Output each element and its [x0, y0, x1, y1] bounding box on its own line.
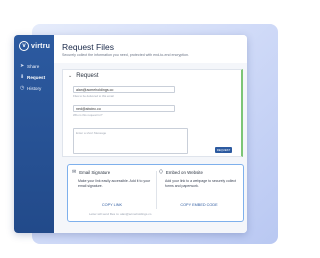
share-footer-note: Letter will send files to: alan@acmehold… — [89, 212, 152, 216]
share-options-card: ✉ Email Signature Make your link easily … — [67, 164, 244, 222]
embed-website-description: Add your link to a webpage to securely c… — [165, 179, 237, 188]
recipient-field[interactable]: ned@abcinc.co — [73, 105, 175, 112]
embed-website-header: ⟨⟩ Embed on Website — [159, 169, 239, 175]
sidebar-item-label: Request — [27, 74, 46, 80]
embed-website-section: ⟨⟩ Embed on Website Add your link to a w… — [159, 169, 239, 207]
section-divider — [156, 171, 157, 209]
logo-text: virtru — [31, 42, 51, 50]
copy-link-button[interactable]: COPY LINK — [72, 203, 152, 207]
sidebar-item-label: History — [27, 85, 42, 91]
page-subtitle: Securely collect the information you nee… — [62, 53, 190, 57]
recipient-field-hint: Who is this request for? — [73, 113, 103, 117]
virtru-logo-icon: v — [19, 41, 29, 51]
sidebar: v virtru ➤ Share ⬇ Request ◷ History — [14, 35, 54, 233]
sidebar-item-share[interactable]: ➤ Share — [20, 61, 45, 71]
email-signature-description: Make your link easily accessible. Add it… — [78, 179, 151, 188]
sidebar-nav: ➤ Share ⬇ Request ◷ History — [20, 61, 45, 94]
sidebar-item-history[interactable]: ◷ History — [20, 83, 45, 93]
send-icon: ➤ — [20, 63, 25, 69]
download-icon: ⬇ — [20, 74, 25, 80]
virtru-logo[interactable]: v virtru — [19, 41, 50, 51]
email-field-hint: Files to be delivered to this email — [73, 94, 114, 98]
sidebar-item-label: Share — [27, 63, 40, 69]
email-signature-section: ✉ Email Signature Make your link easily … — [72, 169, 152, 207]
email-signature-header: ✉ Email Signature — [72, 169, 152, 175]
email-signature-title: Email Signature — [79, 169, 111, 175]
page-title: Request Files — [62, 42, 114, 52]
app-window: v virtru ➤ Share ⬇ Request ◷ History Req… — [14, 35, 247, 233]
request-card-title: Request — [76, 73, 99, 79]
embed-website-title: Embed on Website — [165, 169, 203, 175]
request-card-header[interactable]: ⌄ Request — [68, 73, 99, 79]
request-card: ⌄ Request alan@acmeholdings.co Files to … — [62, 69, 243, 157]
clock-icon: ◷ — [20, 85, 25, 91]
main-content: Request Files Securely collect the infor… — [54, 35, 247, 233]
page-header: Request Files Securely collect the infor… — [54, 35, 247, 63]
request-button[interactable]: REQUEST — [215, 147, 232, 153]
copy-embed-code-button[interactable]: COPY EMBED CODE — [159, 203, 239, 207]
chevron-down-icon[interactable]: ⌄ — [68, 73, 72, 79]
code-icon: ⟨⟩ — [159, 169, 163, 175]
envelope-icon: ✉ — [72, 169, 77, 175]
message-input[interactable]: Enter a short Message — [73, 128, 188, 154]
sidebar-item-request[interactable]: ⬇ Request — [20, 72, 45, 82]
email-field[interactable]: alan@acmeholdings.co — [73, 86, 175, 93]
